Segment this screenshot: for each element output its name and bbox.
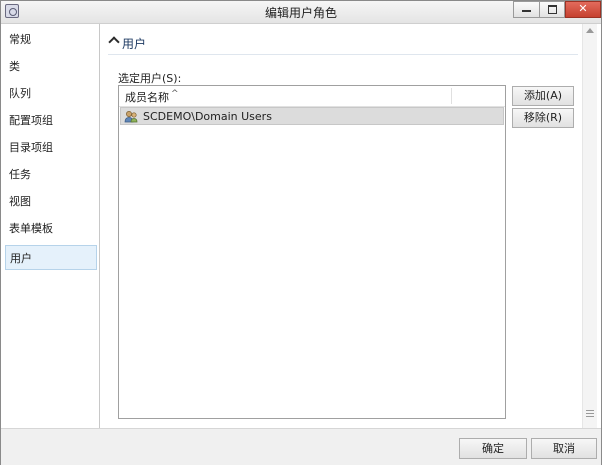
- list-item[interactable]: SCDEMO\Domain Users: [120, 107, 504, 125]
- selected-users-list[interactable]: 成员名称 ^ SCDEMO\Domain Users: [118, 85, 506, 419]
- users-section-header[interactable]: 用户: [108, 34, 578, 55]
- nav-item-config-item-groups[interactable]: 配置项组: [5, 108, 97, 133]
- column-header-member-name[interactable]: 成员名称: [125, 89, 169, 105]
- chevron-up-icon[interactable]: [108, 36, 120, 48]
- scroll-grip-icon[interactable]: [586, 410, 594, 418]
- list-header: 成员名称 ^: [119, 86, 505, 107]
- scroll-up-arrow-icon[interactable]: [586, 28, 594, 33]
- maximize-button[interactable]: [539, 1, 565, 18]
- nav-item-form-templates[interactable]: 表单模板: [5, 216, 97, 241]
- window-title: 编辑用户角色: [264, 6, 337, 20]
- minimize-icon: [522, 10, 531, 12]
- cancel-button[interactable]: 取消: [531, 438, 597, 459]
- nav-item-tasks[interactable]: 任务: [5, 162, 97, 187]
- add-button[interactable]: 添加(A): [512, 86, 574, 106]
- nav-item-queues[interactable]: 队列: [5, 81, 97, 106]
- edit-user-role-window: 编辑用户角色 ✕ 常规 类 队列 配置项组 目录项组 任务 视图 表单模板 用户…: [0, 0, 602, 465]
- close-button[interactable]: ✕: [565, 1, 601, 18]
- sidebar-nav: 常规 类 队列 配置项组 目录项组 任务 视图 表单模板 用户: [1, 24, 100, 428]
- ok-button[interactable]: 确定: [459, 438, 527, 459]
- nav-item-general[interactable]: 常规: [5, 27, 97, 52]
- nav-item-views[interactable]: 视图: [5, 189, 97, 214]
- selected-users-label: 选定用户(S):: [118, 72, 182, 85]
- vertical-scrollbar[interactable]: [582, 24, 597, 428]
- dialog-footer: 确定 取消: [1, 428, 601, 465]
- close-icon: ✕: [578, 2, 588, 15]
- nav-item-classes[interactable]: 类: [5, 54, 97, 79]
- nav-item-catalog-item-groups[interactable]: 目录项组: [5, 135, 97, 160]
- main-panel: 用户 选定用户(S): 成员名称 ^ SCDEMO\Domain Users 添…: [100, 24, 601, 428]
- maximize-icon: [547, 5, 557, 14]
- title-bar[interactable]: 编辑用户角色 ✕: [1, 1, 601, 24]
- nav-item-users[interactable]: 用户: [5, 245, 97, 270]
- minimize-button[interactable]: [513, 1, 539, 18]
- column-divider[interactable]: [451, 88, 452, 104]
- remove-button[interactable]: 移除(R): [512, 108, 574, 128]
- sort-ascending-icon: ^: [171, 89, 179, 99]
- section-title: 用户: [122, 37, 147, 51]
- member-name: SCDEMO\Domain Users: [143, 110, 272, 123]
- user-group-icon: [124, 111, 138, 123]
